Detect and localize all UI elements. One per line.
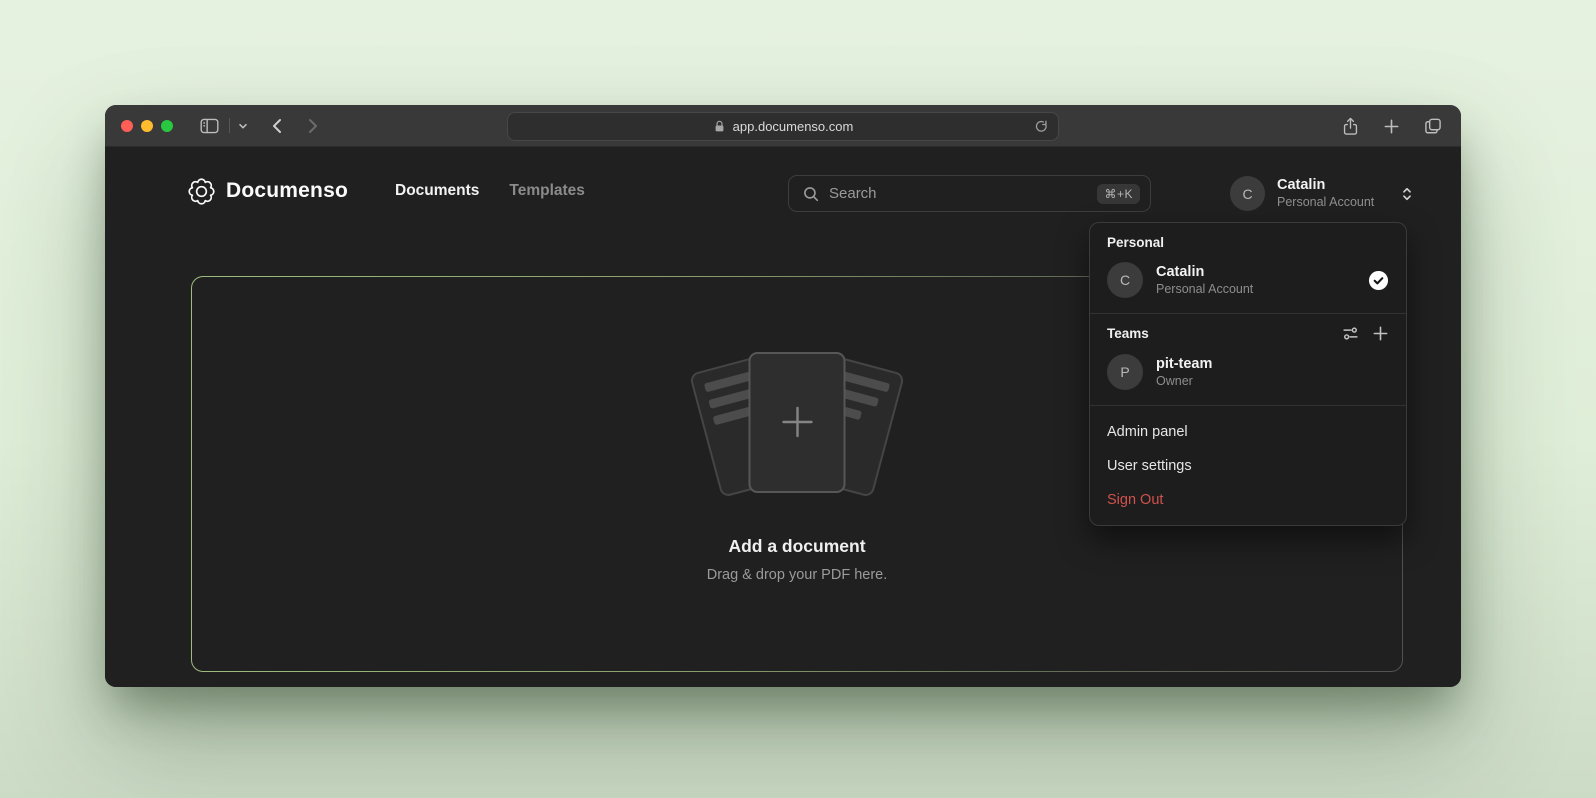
- window-controls: [121, 120, 173, 132]
- teams-section-label: Teams: [1107, 326, 1149, 341]
- lock-icon: [713, 119, 726, 134]
- tabs-overview-icon: [1423, 116, 1443, 136]
- reload-button[interactable]: [1034, 119, 1049, 134]
- create-team-button[interactable]: [1372, 325, 1389, 342]
- sidebar-icon: [199, 117, 220, 135]
- tab-overview-button[interactable]: [1423, 116, 1443, 136]
- search-bar[interactable]: ⌘+K: [788, 175, 1151, 212]
- chevron-down-icon: [237, 120, 249, 132]
- dropdown-item-personal-account[interactable]: C Catalin Personal Account: [1090, 256, 1406, 304]
- close-button[interactable]: [121, 120, 133, 132]
- teams-actions: [1342, 325, 1389, 342]
- zoom-button[interactable]: [161, 120, 173, 132]
- share-icon: [1341, 116, 1360, 137]
- browser-toolbar: app.documenso.com: [105, 105, 1461, 147]
- plus-icon: [1383, 118, 1400, 135]
- documenso-logo-icon: [188, 178, 215, 205]
- browser-window: app.documenso.com: [105, 105, 1461, 687]
- account-menu-trigger[interactable]: C Catalin Personal Account: [1230, 176, 1414, 211]
- avatar: C: [1107, 262, 1143, 298]
- plus-icon: [1372, 325, 1389, 342]
- dropzone-stack: Add a document Drag & drop your PDF here…: [687, 350, 907, 583]
- personal-section-label: Personal: [1090, 233, 1406, 256]
- reload-icon: [1034, 119, 1049, 134]
- teams-section-header: Teams: [1090, 323, 1406, 348]
- address-bar[interactable]: app.documenso.com: [507, 112, 1059, 141]
- nav-templates[interactable]: Templates: [509, 182, 585, 200]
- toolbar-divider: [229, 118, 230, 133]
- team-role: Owner: [1156, 373, 1212, 389]
- dropzone-subtitle: Drag & drop your PDF here.: [707, 567, 888, 583]
- app-header: Documenso Documents Templates: [188, 171, 585, 211]
- menu-item-sign-out[interactable]: Sign Out: [1090, 483, 1406, 517]
- dropdown-divider: [1090, 313, 1406, 314]
- desktop: app.documenso.com: [0, 0, 1596, 798]
- dropdown-divider: [1090, 405, 1406, 406]
- menu-item-user-settings[interactable]: User settings: [1090, 449, 1406, 483]
- forward-button[interactable]: [305, 117, 321, 135]
- account-subtitle: Personal Account: [1277, 194, 1374, 210]
- menu-item-admin-panel[interactable]: Admin panel: [1090, 415, 1406, 449]
- brand-name: Documenso: [226, 179, 348, 203]
- sliders-icon: [1342, 325, 1359, 342]
- account-labels: Catalin Personal Account: [1156, 263, 1253, 297]
- search-icon: [802, 185, 820, 203]
- manage-teams-button[interactable]: [1342, 325, 1359, 342]
- tab-group-picker-button[interactable]: [237, 120, 249, 132]
- dropzone-title: Add a document: [728, 536, 865, 557]
- new-tab-button[interactable]: [1383, 118, 1400, 135]
- document-card-center: [749, 352, 846, 493]
- app-content: Documenso Documents Templates ⌘+K C Cat: [105, 147, 1461, 687]
- brand[interactable]: Documenso: [188, 178, 348, 205]
- account-name: Catalin: [1277, 177, 1374, 194]
- check-circle-icon: [1368, 270, 1389, 291]
- account-trigger-labels: Catalin Personal Account: [1277, 177, 1374, 211]
- plus-icon: [777, 402, 817, 442]
- selected-check: [1368, 270, 1389, 291]
- dropdown-item-team[interactable]: P pit-team Owner: [1090, 348, 1406, 396]
- avatar: P: [1107, 354, 1143, 390]
- chevron-up-down-icon: [1400, 185, 1414, 203]
- team-name: pit-team: [1156, 355, 1212, 373]
- toolbar-right-actions: [1341, 105, 1443, 147]
- url-text: app.documenso.com: [733, 119, 854, 134]
- minimize-button[interactable]: [141, 120, 153, 132]
- nav-documents[interactable]: Documents: [395, 182, 479, 200]
- search-input[interactable]: [829, 185, 1097, 202]
- account-name: Catalin: [1156, 263, 1253, 281]
- share-button[interactable]: [1341, 116, 1360, 137]
- sidebar-toggle-button[interactable]: [199, 117, 220, 135]
- avatar: C: [1230, 176, 1265, 211]
- account-dropdown-menu: Personal C Catalin Personal Account: [1089, 222, 1407, 526]
- back-button[interactable]: [269, 117, 285, 135]
- document-cards-illustration: [687, 350, 907, 502]
- account-subtitle: Personal Account: [1156, 281, 1253, 297]
- main-nav: Documents Templates: [395, 182, 585, 200]
- search-shortcut-badge: ⌘+K: [1097, 184, 1140, 204]
- team-labels: pit-team Owner: [1156, 355, 1212, 389]
- chevron-left-icon: [269, 117, 285, 135]
- chevron-right-icon: [305, 117, 321, 135]
